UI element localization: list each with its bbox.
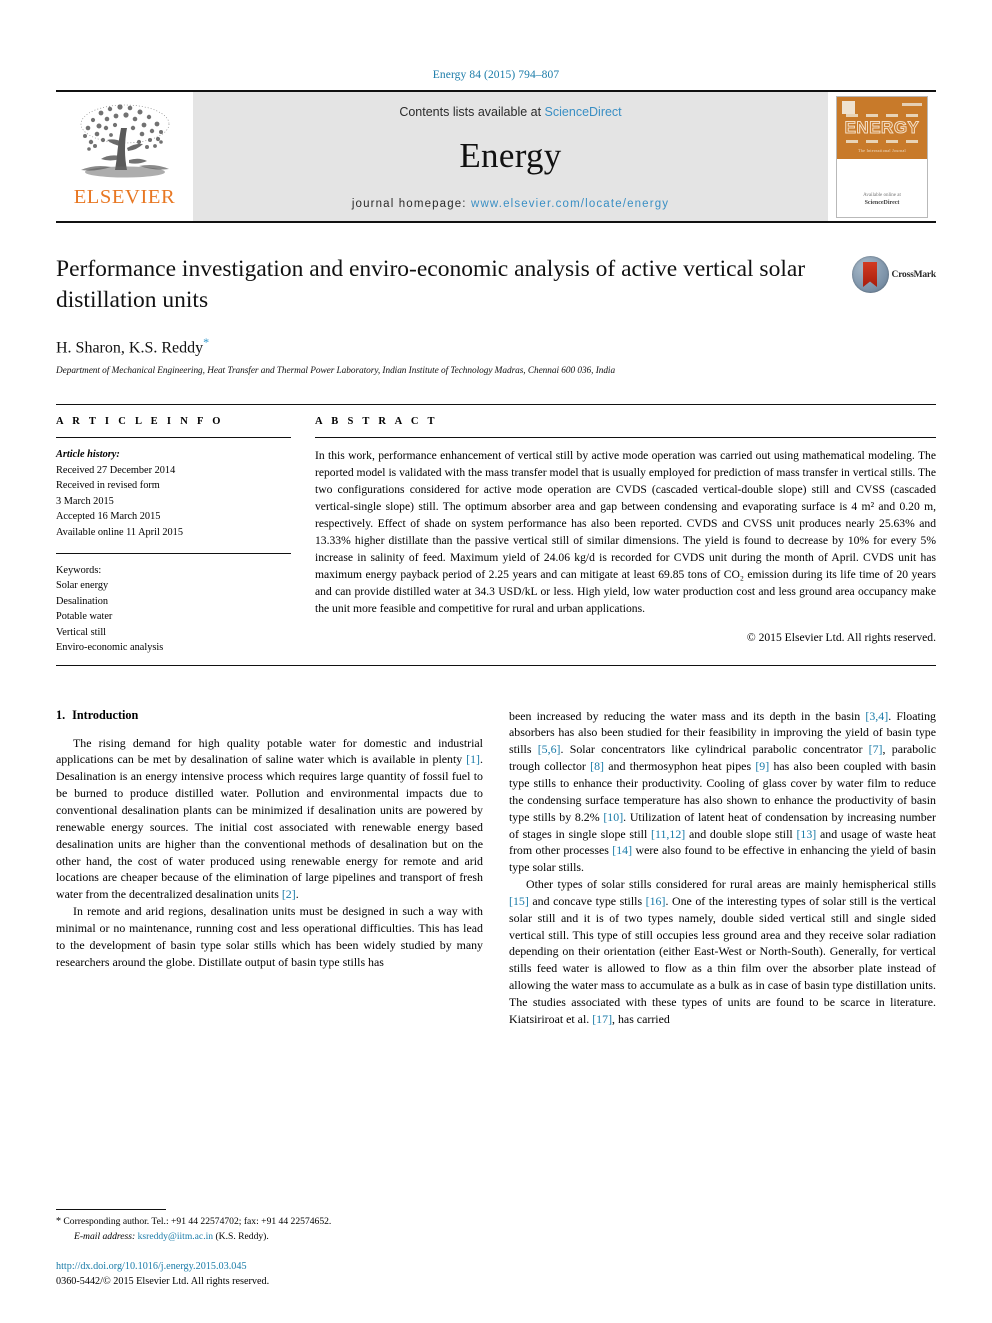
citation-ref[interactable]: [16] — [646, 894, 666, 908]
journal-title: Energy — [459, 136, 562, 175]
history-item: 3 March 2015 — [56, 495, 114, 507]
cover-subtitle: The International Journal — [858, 148, 906, 153]
homepage-prefix: journal homepage: — [351, 198, 472, 210]
cover-topic-row-1 — [837, 114, 927, 117]
body-right-column: been increased by reducing the water mas… — [509, 708, 936, 1028]
citation-ref[interactable]: [7] — [869, 742, 883, 756]
paragraph: The rising demand for high quality potab… — [56, 735, 483, 902]
cover-topic-row-2 — [837, 140, 927, 143]
history-item: Available online 11 April 2015 — [56, 526, 183, 538]
crossmark-ribbon-shape — [863, 262, 878, 287]
sciencedirect-link[interactable]: ScienceDirect — [545, 105, 622, 119]
corresponding-author-text: Corresponding author. Tel.: +91 44 22574… — [63, 1216, 332, 1228]
citation-ref[interactable]: [8] — [590, 759, 604, 773]
email-link[interactable]: ksreddy@iitm.ac.in — [138, 1231, 213, 1242]
journal-cover-thumbnail: ENERGY The International Journal Availab… — [836, 96, 928, 218]
email-owner: (K.S. Reddy). — [215, 1230, 269, 1242]
elsevier-tree-icon — [80, 104, 169, 178]
elsevier-wordmark: ELSEVIER — [73, 186, 176, 208]
cover-lower-panel: Available online at ScienceDirect — [837, 159, 927, 217]
cover-sciencedirect-mark: Available online at ScienceDirect — [837, 192, 927, 209]
abstract-heading: A B S T R A C T — [315, 416, 438, 428]
crossmark-label: CrossMark — [891, 269, 937, 280]
corresponding-author-marker: * — [203, 335, 210, 350]
article-info-column: A R T I C L E I N F O Article history: R… — [56, 405, 291, 655]
body-left-column: 1. Introduction The rising demand for hig… — [56, 708, 483, 1028]
citation-ref[interactable]: [15] — [509, 894, 529, 908]
citation-ref[interactable]: [11,12] — [651, 827, 685, 841]
body-text-region: 1. Introduction The rising demand for hig… — [56, 708, 936, 1028]
citation-ref[interactable]: [5,6] — [538, 742, 561, 756]
article-info-heading: A R T I C L E I N F O — [56, 416, 224, 428]
citation-ref[interactable]: [13] — [796, 827, 816, 841]
corresponding-author-note: * Corresponding author. Tel.: +91 44 225… — [56, 1215, 483, 1230]
crossmark-badge[interactable]: CrossMark — [851, 256, 937, 293]
article-page: Energy 84 (2015) 794–807 ELSEVIER Conten… — [0, 0, 992, 1323]
journal-cover-area: ENERGY The International Journal Availab… — [828, 92, 936, 221]
abstract-text: In this work, performance enhancement of… — [315, 449, 936, 616]
paragraph: In remote and arid regions, desalination… — [56, 904, 483, 969]
abstract-copyright: © 2015 Elsevier Ltd. All rights reserved… — [746, 631, 936, 645]
page-title: Performance investigation and enviro-eco… — [56, 256, 806, 314]
keyword-item: Solar energy — [56, 580, 109, 592]
publisher-logo-area: ELSEVIER — [56, 92, 193, 221]
journal-homepage-link[interactable]: www.elsevier.com/locate/energy — [471, 198, 669, 210]
journal-masthead: ELSEVIER Contents lists available at Sci… — [56, 90, 936, 223]
citation-ref[interactable]: [10] — [603, 810, 623, 824]
citation-ref[interactable]: [14] — [612, 843, 632, 857]
cover-footer-small: Available online at — [863, 192, 901, 198]
keyword-item: Vertical still — [56, 626, 107, 638]
paragraph: been increased by reducing the water mas… — [509, 708, 936, 875]
author-names: H. Sharon, K.S. Reddy — [56, 339, 204, 357]
contents-available-line: Contents lists available at ScienceDirec… — [399, 105, 621, 119]
cover-issn-bar — [902, 103, 922, 106]
footnote-marker: * — [56, 1216, 61, 1228]
abstract-column: A B S T R A C T In this work, performanc… — [315, 405, 936, 655]
keywords-label: Keywords: — [56, 564, 102, 576]
article-history-block: Article history: Received 27 December 20… — [56, 438, 291, 540]
history-item: Accepted 16 March 2015 — [56, 511, 161, 523]
section-number: 1. — [56, 707, 66, 722]
info-abstract-region: A R T I C L E I N F O Article history: R… — [56, 404, 936, 655]
citation-ref[interactable]: [2] — [282, 887, 296, 901]
affiliation: Department of Mechanical Engineering, He… — [56, 366, 616, 377]
footnote-rule — [56, 1209, 166, 1211]
author-list: H. Sharon, K.S. Reddy* — [56, 335, 816, 357]
doi-link[interactable]: http://dx.doi.org/10.1016/j.energy.2015.… — [56, 1260, 483, 1275]
paragraph: Other types of solar stills considered f… — [509, 877, 937, 1026]
citation-ref[interactable]: [9] — [755, 759, 769, 773]
section-title: Introduction — [72, 707, 139, 722]
cover-title: ENERGY — [844, 118, 920, 138]
title-block: Performance investigation and enviro-eco… — [56, 254, 936, 376]
journal-homepage-line: journal homepage: www.elsevier.com/locat… — [352, 198, 669, 210]
contents-prefix: Contents lists available at — [399, 105, 545, 119]
keyword-item: Enviro-economic analysis — [56, 642, 164, 654]
cover-banner: ENERGY The International Journal — [837, 97, 927, 159]
masthead-center: Contents lists available at ScienceDirec… — [193, 92, 828, 221]
keyword-item: Potable water — [56, 611, 113, 623]
citation-ref[interactable]: [17] — [592, 1012, 612, 1026]
citation-ref[interactable]: [1] — [466, 752, 480, 766]
section-heading-introduction: 1. Introduction — [56, 708, 483, 723]
citation-ref[interactable]: [3,4] — [865, 709, 888, 723]
article-history-label: Article history: — [56, 449, 120, 461]
footnote-area: * Corresponding author. Tel.: +91 44 225… — [56, 1209, 483, 1290]
cover-footer-brand: ScienceDirect — [864, 200, 900, 206]
cover-logo-box — [842, 101, 855, 114]
history-item: Received in revised form — [56, 480, 160, 492]
crossmark-icon — [851, 256, 889, 293]
history-item: Received 27 December 2014 — [56, 464, 176, 476]
section-divider — [56, 664, 936, 666]
issn-copyright-line: 0360-5442/© 2015 Elsevier Ltd. All right… — [56, 1276, 270, 1288]
running-head: Energy 84 (2015) 794–807 — [432, 69, 560, 81]
keywords-block: Keywords: Solar energy Desalination Pota… — [56, 552, 291, 656]
doi-block: http://dx.doi.org/10.1016/j.energy.2015.… — [56, 1260, 483, 1290]
keyword-item: Desalination — [56, 595, 109, 607]
email-label: E-mail address: — [74, 1230, 136, 1242]
email-note: E-mail address: ksreddy@iitm.ac.in (K.S.… — [56, 1230, 483, 1244]
